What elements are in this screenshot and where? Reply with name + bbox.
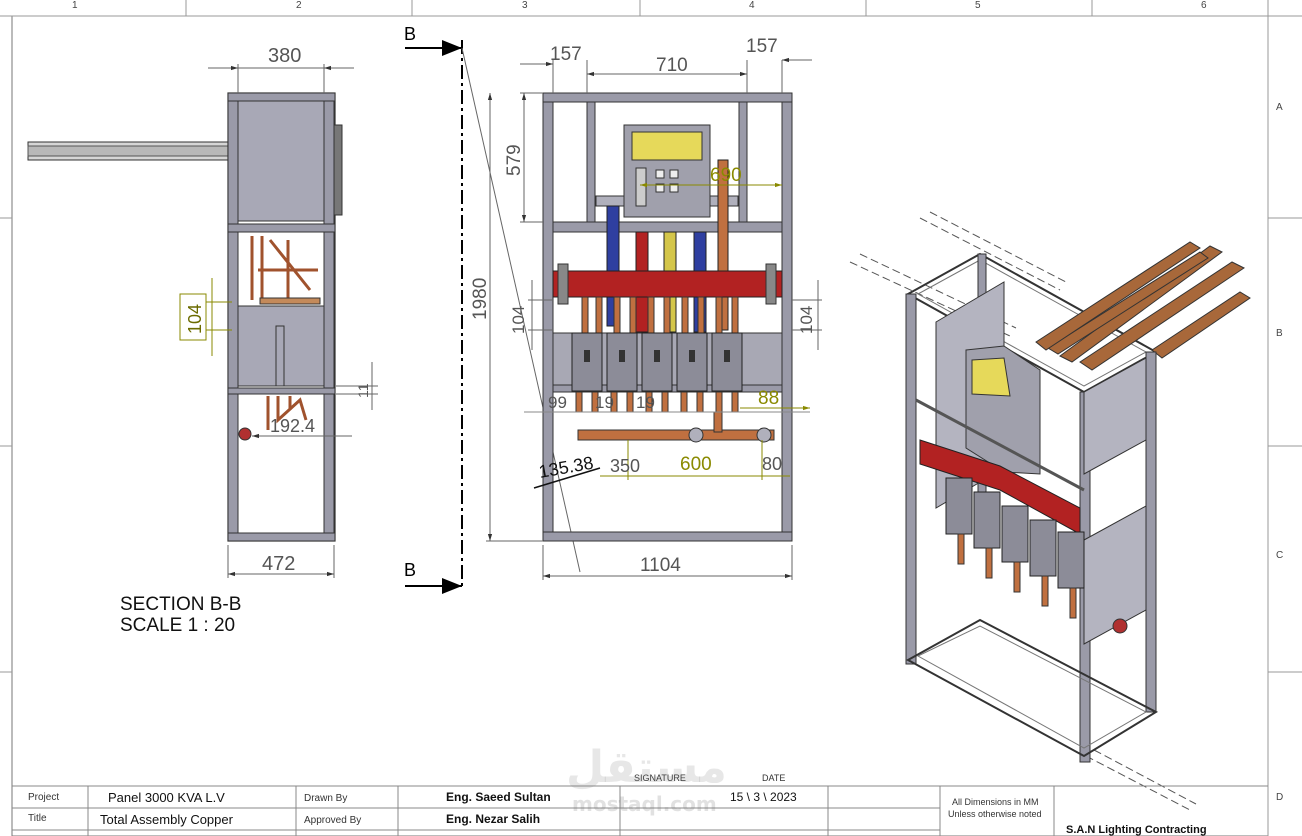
dim-192-4: 192.4 [270, 416, 315, 436]
dim-1104: 1104 [640, 555, 681, 576]
title-label: Title [28, 813, 47, 824]
date-value: 15 \ 3 \ 2023 [730, 790, 797, 804]
dim-99: 99 [548, 393, 567, 412]
section-title: SECTION B-B [120, 594, 241, 615]
drawn-by-value: Eng. Saeed Sultan [446, 790, 551, 804]
dim-380: 380 [268, 45, 301, 67]
col-label-5: 5 [975, 0, 981, 11]
col-label-4: 4 [749, 0, 755, 11]
date-label: DATE [762, 773, 786, 783]
front-view: 157 710 157 579 690 1980 104 104 99 19 1… [470, 36, 822, 580]
watermark-arabic: مستقل [566, 742, 727, 793]
drawn-by-label: Drawn By [304, 793, 348, 804]
dim-104-section: 104 [185, 304, 205, 334]
dim-157-left: 157 [550, 44, 582, 65]
dim-1980: 1980 [470, 278, 491, 320]
company-name: S.A.N Lighting Contracting [1066, 824, 1207, 836]
dim-350: 350 [610, 456, 640, 476]
dimensions-note-1: All Dimensions in MM [952, 797, 1039, 807]
row-label-c: C [1276, 550, 1283, 561]
dim-80: 80 [762, 454, 782, 474]
col-label-2: 2 [296, 0, 302, 11]
dim-600: 600 [680, 454, 712, 475]
col-label-3: 3 [522, 0, 528, 11]
dim-472: 472 [262, 553, 295, 575]
isometric-view [849, 211, 1251, 811]
row-label-b: B [1276, 328, 1283, 339]
section-marker-top: B [404, 24, 416, 44]
engineering-drawing: 1 2 3 4 5 6 A B C D 380 472 104 11 192.4… [0, 0, 1302, 836]
title-value: Total Assembly Copper [100, 812, 233, 827]
dimensions-note-2: Unless otherwise noted [948, 809, 1042, 819]
dim-690: 690 [710, 165, 742, 186]
dim-710: 710 [656, 55, 688, 76]
approved-by-label: Approved By [304, 815, 362, 826]
approved-by-value: Eng. Nezar Salih [446, 812, 541, 826]
dim-88: 88 [758, 388, 779, 409]
section-marker-bottom: B [404, 560, 416, 580]
section-scale: SCALE 1 : 20 [120, 615, 235, 636]
col-label-6: 6 [1201, 0, 1207, 11]
dim-104-left: 104 [509, 306, 528, 334]
dim-11: 11 [355, 383, 371, 398]
section-view: 380 472 104 11 192.4 SECTION B-B SCALE 1… [27, 45, 378, 636]
row-label-a: A [1276, 102, 1283, 113]
section-cut-line: B B [404, 24, 581, 594]
col-label-1: 1 [72, 0, 78, 11]
dim-104-right: 104 [797, 306, 816, 334]
watermark-latin: mostaql.com [572, 792, 717, 816]
project-label: Project [28, 792, 60, 803]
dim-19-a: 19 [595, 393, 614, 412]
dim-579: 579 [504, 144, 525, 176]
dim-19-b: 19 [636, 393, 655, 412]
project-value: Panel 3000 KVA L.V [108, 790, 225, 805]
dim-157-right: 157 [746, 36, 778, 57]
row-label-d: D [1276, 792, 1283, 803]
